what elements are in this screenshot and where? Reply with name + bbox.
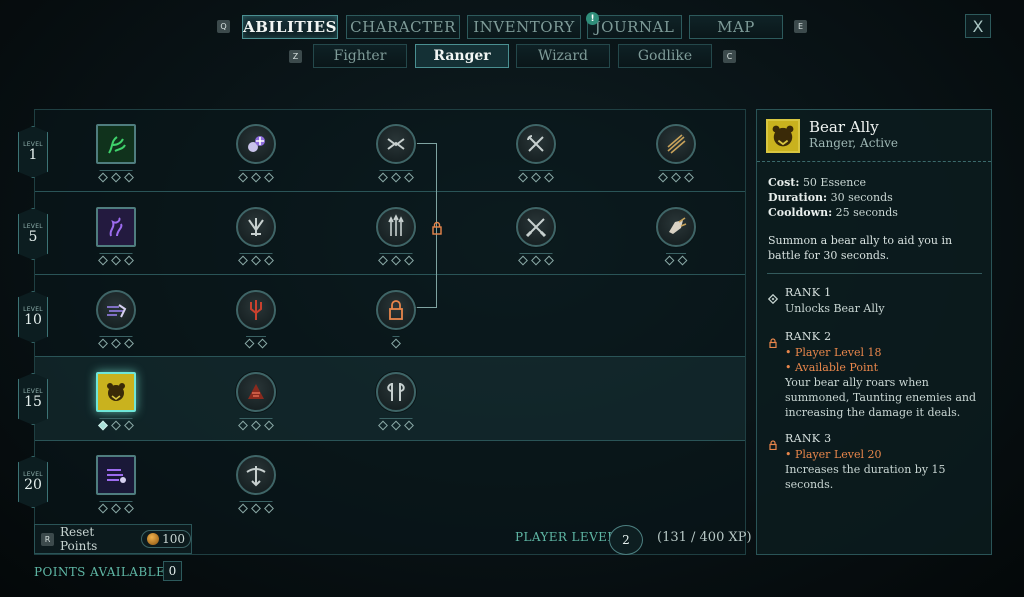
- trident-icon: [250, 300, 262, 320]
- divider: [767, 273, 982, 274]
- tab-map[interactable]: MAP: [689, 15, 783, 39]
- stat-cooldown: Cooldown: 25 seconds: [768, 206, 898, 219]
- purple-dash-icon: [107, 469, 126, 483]
- purple-spirit-icon: [109, 217, 123, 237]
- ability-description: Summon a bear ally to aid you in battle …: [768, 234, 953, 262]
- rank-1-title: RANK 1: [785, 286, 832, 299]
- twin-axes-icon: [387, 383, 405, 401]
- rank-2-title: RANK 2: [785, 330, 832, 343]
- points-available-value: 0: [163, 561, 182, 581]
- bear-icon: [107, 383, 125, 401]
- arrow-volley-icon: [667, 134, 686, 154]
- prev-subtab-key: Z: [289, 50, 302, 63]
- ability-node[interactable]: [516, 124, 556, 183]
- ability-title: Bear Ally: [809, 118, 879, 136]
- ability-node[interactable]: [96, 290, 136, 349]
- points-available-label: POINTS AVAILABLE: [34, 565, 166, 579]
- lock-icon: [768, 333, 778, 349]
- rank-2-requirement-point: • Available Point: [785, 361, 879, 374]
- detail-header: Bear Ally Ranger, Active: [757, 110, 991, 162]
- rank-3-title: RANK 3: [785, 432, 832, 445]
- subtab-wizard[interactable]: Wizard: [516, 44, 610, 68]
- player-level-label: PLAYER LEVEL: [515, 530, 616, 544]
- three-arrows-icon: [388, 214, 404, 236]
- subtab-ranger[interactable]: Ranger: [415, 44, 509, 68]
- ability-node[interactable]: [656, 207, 696, 266]
- rank-2-text: Your bear ally roars when summoned, Taun…: [785, 376, 977, 419]
- rank-unlocked-icon: [767, 289, 779, 305]
- reset-cost: 100: [141, 530, 191, 548]
- crossed-swords-icon: [525, 218, 547, 238]
- tab-character[interactable]: CHARACTER: [346, 15, 460, 39]
- ability-node[interactable]: [376, 372, 416, 431]
- lock-icon: [768, 435, 778, 451]
- ability-node[interactable]: [96, 207, 136, 266]
- level-marker-1: LEVEL 1: [18, 126, 48, 178]
- tab-inventory[interactable]: INVENTORY: [467, 15, 581, 39]
- level-marker-15: LEVEL 15: [18, 373, 48, 425]
- lock-icon: [430, 220, 444, 235]
- ability-node[interactable]: [516, 207, 556, 266]
- skill-tree: LEVEL 1 LEVEL 5 LEVEL 10 LEVEL 15 LEVEL 20: [18, 109, 746, 555]
- rank-3-requirement-level: • Player Level 20: [785, 448, 882, 461]
- level-marker-10: LEVEL 10: [18, 291, 48, 343]
- rank-3-text: Increases the duration by 15 seconds.: [785, 463, 946, 491]
- stat-cost: Cost: 50 Essence: [768, 176, 867, 189]
- coin-icon: [147, 533, 160, 545]
- red-beast-icon: [248, 384, 264, 399]
- ability-node-locked[interactable]: [376, 290, 416, 349]
- player-level-value: 2: [609, 525, 643, 555]
- ability-node[interactable]: [376, 207, 416, 266]
- tier-row-20: [35, 441, 745, 523]
- ability-node[interactable]: [376, 124, 416, 183]
- ability-node[interactable]: [96, 124, 136, 183]
- rank-1-text: Unlocks Bear Ally: [785, 302, 885, 315]
- reset-points-button[interactable]: R Reset Points 100: [34, 524, 192, 554]
- potion-icon: [248, 136, 265, 152]
- xp-progress: (131 / 400 XP): [657, 530, 752, 545]
- bear-icon: [766, 119, 800, 153]
- ability-node[interactable]: [236, 290, 276, 349]
- tab-abilities[interactable]: ABILITIES: [242, 15, 338, 39]
- ability-node[interactable]: [236, 207, 276, 266]
- ability-node[interactable]: [96, 455, 136, 514]
- crossbow-icon: [246, 466, 266, 487]
- claw-hand-icon: [669, 217, 687, 234]
- next-tab-key: E: [794, 20, 807, 33]
- ability-node[interactable]: [236, 124, 276, 183]
- level-marker-5: LEVEL 5: [18, 208, 48, 260]
- reset-key: R: [41, 532, 54, 546]
- stat-duration: Duration: 30 seconds: [768, 191, 893, 204]
- ability-node[interactable]: [236, 455, 276, 514]
- ability-detail-panel: Bear Ally Ranger, Active Cost: 50 Essenc…: [756, 109, 992, 555]
- trap-icon: [387, 138, 405, 150]
- dash-strike-icon: [107, 304, 127, 318]
- subtab-godlike[interactable]: Godlike: [618, 44, 712, 68]
- ability-node-bear-ally[interactable]: [96, 372, 136, 431]
- rank-2-requirement-level: • Player Level 18: [785, 346, 882, 359]
- tab-journal[interactable]: JOURNAL: [587, 15, 682, 39]
- reset-points-label: Reset Points: [59, 525, 98, 553]
- prev-tab-key: Q: [217, 20, 230, 33]
- reset-cost-value: 100: [162, 532, 185, 546]
- multi-blade-icon: [248, 218, 264, 236]
- close-button[interactable]: X: [965, 14, 991, 38]
- next-subtab-key: C: [723, 50, 736, 63]
- subtab-fighter[interactable]: Fighter: [313, 44, 407, 68]
- journal-alert-badge: !: [586, 12, 599, 25]
- locked-trap-icon: [389, 300, 403, 320]
- crossed-axes-icon: [527, 135, 544, 152]
- ability-node[interactable]: [656, 124, 696, 183]
- ability-node[interactable]: [236, 372, 276, 431]
- ability-subtitle: Ranger, Active: [809, 136, 898, 150]
- green-vine-icon: [108, 136, 126, 154]
- level-marker-20: LEVEL 20: [18, 456, 48, 508]
